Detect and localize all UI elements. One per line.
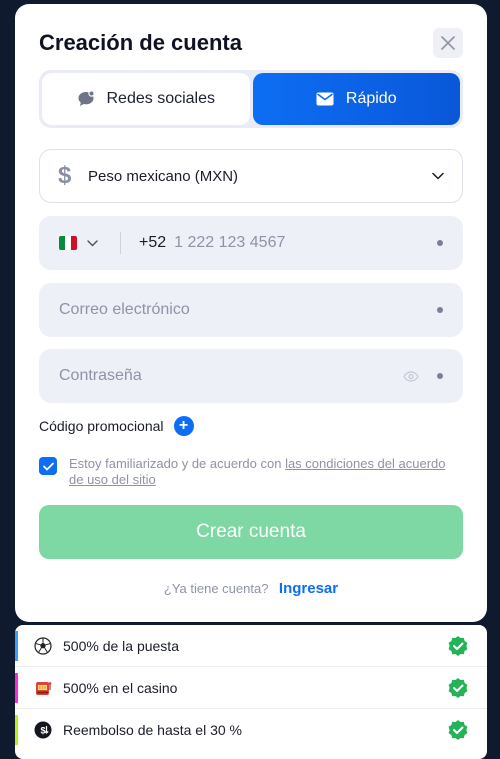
tab-quick-label: Rápido	[345, 90, 397, 107]
eye-icon[interactable]	[403, 370, 419, 382]
dollar-icon: $	[58, 162, 72, 189]
terms-row: Estoy familiarizado y de acuerdo con las…	[39, 456, 459, 488]
bonus-accent-bar	[15, 715, 18, 745]
tab-social-networks[interactable]: Redes sociales	[42, 73, 250, 125]
bonus-label: 500% en el casino	[63, 679, 178, 696]
bonus-item: 500% de la puesta	[15, 625, 487, 667]
password-input[interactable]: Contraseña	[59, 367, 403, 385]
bonus-item: 500% en el casino	[15, 667, 487, 709]
checkmark-icon	[42, 462, 54, 471]
bonus-list: 500% de la puesta 500% en el casino $ Re…	[15, 625, 487, 759]
country-code-select[interactable]	[59, 236, 98, 250]
close-button[interactable]	[433, 28, 463, 58]
currency-value: Peso mexicano (MXN)	[88, 167, 239, 185]
password-field[interactable]: Contraseña	[39, 349, 463, 403]
modal-title: Creación de cuenta	[39, 30, 242, 55]
currency-select[interactable]: $ Peso mexicano (MXN)	[39, 149, 463, 203]
terms-prefix: Estoy familiarizado y de acuerdo con	[69, 456, 286, 471]
login-link[interactable]: Ingresar	[279, 580, 338, 597]
bonus-label: 500% de la puesta	[63, 637, 179, 654]
promo-code-label: Código promocional	[39, 418, 164, 434]
required-dot	[437, 373, 443, 379]
required-dot	[437, 307, 443, 313]
terms-checkbox[interactable]	[39, 457, 57, 475]
soccer-ball-icon	[33, 636, 53, 656]
bonus-accent-bar	[15, 631, 18, 661]
chat-bubble-icon	[78, 90, 95, 106]
check-badge-icon	[448, 677, 468, 698]
terms-text: Estoy familiarizado y de acuerdo con las…	[69, 456, 459, 488]
bonus-label: Reembolso de hasta el 30 %	[63, 722, 242, 738]
mexico-flag-icon	[59, 236, 77, 250]
phone-field: +52 1 222 123 4567	[39, 216, 463, 270]
tab-social-label: Redes sociales	[106, 90, 216, 107]
bonus-item: $ Reembolso de hasta el 30 %	[15, 709, 487, 751]
divider	[120, 232, 121, 254]
tab-quick[interactable]: Rápido	[252, 73, 460, 125]
check-badge-icon	[448, 720, 468, 740]
phone-prefix: +52	[139, 234, 167, 251]
registration-tabs: Redes sociales Rápido	[39, 70, 463, 128]
add-promo-button[interactable]: +	[173, 416, 194, 436]
bonus-accent-bar	[15, 673, 18, 703]
email-field[interactable]: Correo electrónico	[39, 283, 463, 337]
check-badge-icon	[448, 635, 468, 656]
chevron-down-icon	[432, 172, 444, 180]
create-account-button[interactable]: Crear cuenta	[39, 505, 463, 559]
login-row: ¿Ya tiene cuenta? Ingresar	[15, 580, 487, 598]
promo-code-row[interactable]: Código promocional +	[39, 416, 194, 436]
close-icon	[441, 36, 455, 50]
phone-input[interactable]: 1 222 123 4567	[174, 234, 437, 252]
cashback-icon: $	[33, 720, 53, 740]
have-account-text: ¿Ya tiene cuenta?	[163, 581, 269, 596]
email-input[interactable]: Correo electrónico	[59, 301, 437, 319]
required-dot	[437, 240, 443, 246]
envelope-icon	[316, 92, 334, 106]
chevron-down-icon	[87, 239, 98, 246]
slot-machine-icon	[33, 678, 53, 698]
registration-modal: Creación de cuenta Redes sociales Rápido…	[15, 4, 487, 622]
svg-text:$: $	[41, 726, 46, 736]
